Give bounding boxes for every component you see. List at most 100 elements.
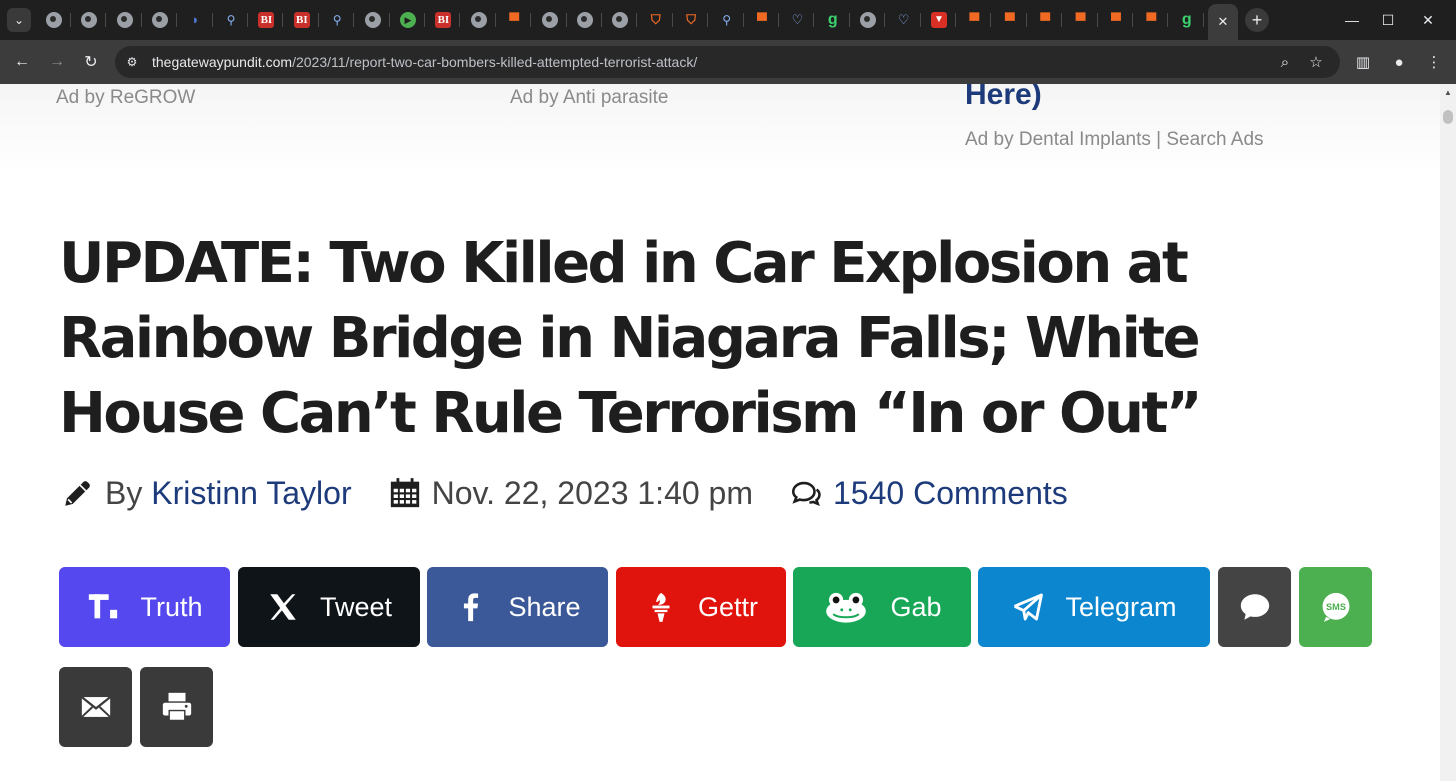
search-icon: ⚲ [226,13,236,27]
zoom-icon[interactable]: ⌕ [1275,52,1295,72]
profile-icon[interactable]: ● [1387,50,1411,74]
browser-tab[interactable] [37,6,71,34]
globe-icon [577,12,593,28]
ad-label-anti-parasite[interactable]: Ad by Anti parasite [510,87,668,109]
browser-tab[interactable]: g [816,6,850,34]
telegram-share-button[interactable]: Telegram [978,567,1210,647]
browser-tab[interactable]: ⚲ [710,6,744,34]
browser-tab[interactable]: ▶ [391,6,425,34]
tab-strip: ⌄ ◗ ⚲ BI BI ⚲ ▶ BI ▀ ⛉ ⛉ ⚲ ▀ ♡ g ♡ ▼ ▀ ▀ ▀ ▀ ▀ ▀ g ✕ + — ☐ ✕ [0,0,1456,40]
globe-icon [46,12,62,28]
d-shape-icon: ◗ [191,12,200,27]
browser-tab[interactable]: ▼ [922,6,956,34]
url-host: thegatewaypundit.com [152,54,293,70]
browser-tab[interactable]: ▀ [745,6,779,34]
browser-tab[interactable]: ⚲ [320,6,355,34]
globe-icon [152,12,169,28]
envelope-icon [79,690,113,724]
browser-tab[interactable] [143,6,178,34]
browser-tab[interactable]: ▀ [957,6,992,34]
address-bar[interactable]: ⚙ thegatewaypundit.com/2023/11/report-tw… [115,46,1340,78]
gab-share-button[interactable]: Gab [793,567,971,647]
close-window-button[interactable]: ✕ [1418,10,1438,30]
side-panel-icon[interactable]: ▥ [1351,50,1375,74]
browser-tab[interactable] [533,6,567,34]
browser-tab[interactable]: ◗ [179,6,213,34]
scroll-up-arrow-icon[interactable]: ▲ [1440,84,1456,100]
gettr-share-button[interactable]: Gettr [616,567,786,647]
tweet-button[interactable]: Tweet [238,567,420,647]
browser-tab[interactable]: ▀ [1099,6,1133,34]
comments-link[interactable]: 1540 Comments [833,475,1068,512]
shield-icon: ⛉ [650,12,661,27]
email-share-button[interactable] [59,667,132,747]
browser-tab[interactable] [603,6,638,34]
print-button[interactable] [140,667,213,747]
browser-tab[interactable]: ⛉ [639,6,673,34]
browser-tab[interactable] [108,6,142,34]
comments-icon [787,474,825,512]
article-headline: UPDATE: Two Killed in Car Explosion at R… [59,231,1203,446]
browser-tab[interactable]: ▀ [1028,6,1063,34]
browser-tab[interactable]: ♡ [887,6,921,34]
scroll-thumb[interactable] [1443,110,1453,124]
browser-tab[interactable]: BI [285,6,319,34]
arrow-left-icon: ← [14,53,30,70]
truth-share-button[interactable]: Truth [59,567,230,647]
browser-tab[interactable]: BI [249,6,284,34]
browser-tab[interactable] [72,6,107,34]
browser-tab[interactable]: ▀ [1064,6,1098,34]
maximize-icon: ☐ [1381,11,1395,28]
truth-label: Truth [140,591,203,622]
article-meta: By Kristinn Taylor Nov. 22, 2023 1:40 pm… [59,468,1102,518]
globe-icon [612,12,629,28]
browser-tab[interactable]: ♡ [780,6,815,34]
site-info-icon[interactable]: ⚙ [123,53,141,71]
url-path: /2023/11/report-two-car-bombers-killed-a… [292,54,698,70]
reload-icon: ↻ [84,54,98,71]
g-icon: g [827,11,838,28]
close-icon: ✕ [1422,11,1434,28]
menu-kebab-icon[interactable]: ⋮ [1422,50,1446,74]
browser-tab[interactable]: ▀ [497,6,532,34]
active-tab[interactable]: ✕ [1208,4,1238,40]
speech-bubble-icon [1238,590,1272,624]
browser-tab[interactable] [851,6,886,34]
forward-button[interactable]: → [45,50,69,74]
telegram-label: Telegram [1065,591,1177,622]
facebook-share-button[interactable]: Share [427,567,608,647]
page-scrollbar[interactable]: ▲ [1440,84,1456,781]
sms-share-button[interactable]: SMS [1299,567,1372,647]
chat-share-button[interactable] [1218,567,1291,647]
browser-tab[interactable]: ▀ [1134,6,1169,34]
maximize-button[interactable]: ☐ [1378,10,1398,30]
browser-tab[interactable]: ⚲ [214,6,248,34]
browser-tab[interactable] [356,6,390,34]
pencil-icon [59,474,97,512]
url-text[interactable]: thegatewaypundit.com/2023/11/report-two-… [152,54,697,70]
browser-tab[interactable]: BI [426,6,461,34]
browser-tab[interactable] [462,6,496,34]
new-tab-button[interactable]: + [1245,8,1269,32]
minimize-button[interactable]: — [1342,10,1362,30]
gab-frog-icon [822,590,870,624]
author-link[interactable]: Kristinn Taylor [151,475,351,512]
browser-tab[interactable] [568,6,602,34]
printer-icon [160,690,194,724]
browser-tab[interactable]: ⛉ [674,6,709,34]
back-button[interactable]: ← [10,50,34,74]
comments: 1540 Comments [787,474,1068,512]
bookmark-icon: ▀ [969,12,980,28]
web-page: Ad by ReGROW Ad by Anti parasite Here) A… [0,84,1440,781]
date-text: Nov. 22, 2023 1:40 pm [431,474,753,511]
ad-title-dental[interactable]: Here) [965,84,1042,112]
ad-label-dental[interactable]: Ad by Dental Implants | Search Ads [965,129,1264,151]
browser-tab[interactable]: g [1170,6,1204,34]
heart-shield-icon: ♡ [897,12,910,27]
reload-button[interactable]: ↻ [79,50,103,74]
browser-tab[interactable]: ▀ [993,6,1027,34]
ad-label-regrow[interactable]: Ad by ReGROW [56,87,195,109]
close-tab-icon[interactable]: ✕ [1218,14,1229,30]
bookmark-star-icon[interactable]: ☆ [1306,52,1326,72]
tab-search-button[interactable]: ⌄ [7,8,31,32]
